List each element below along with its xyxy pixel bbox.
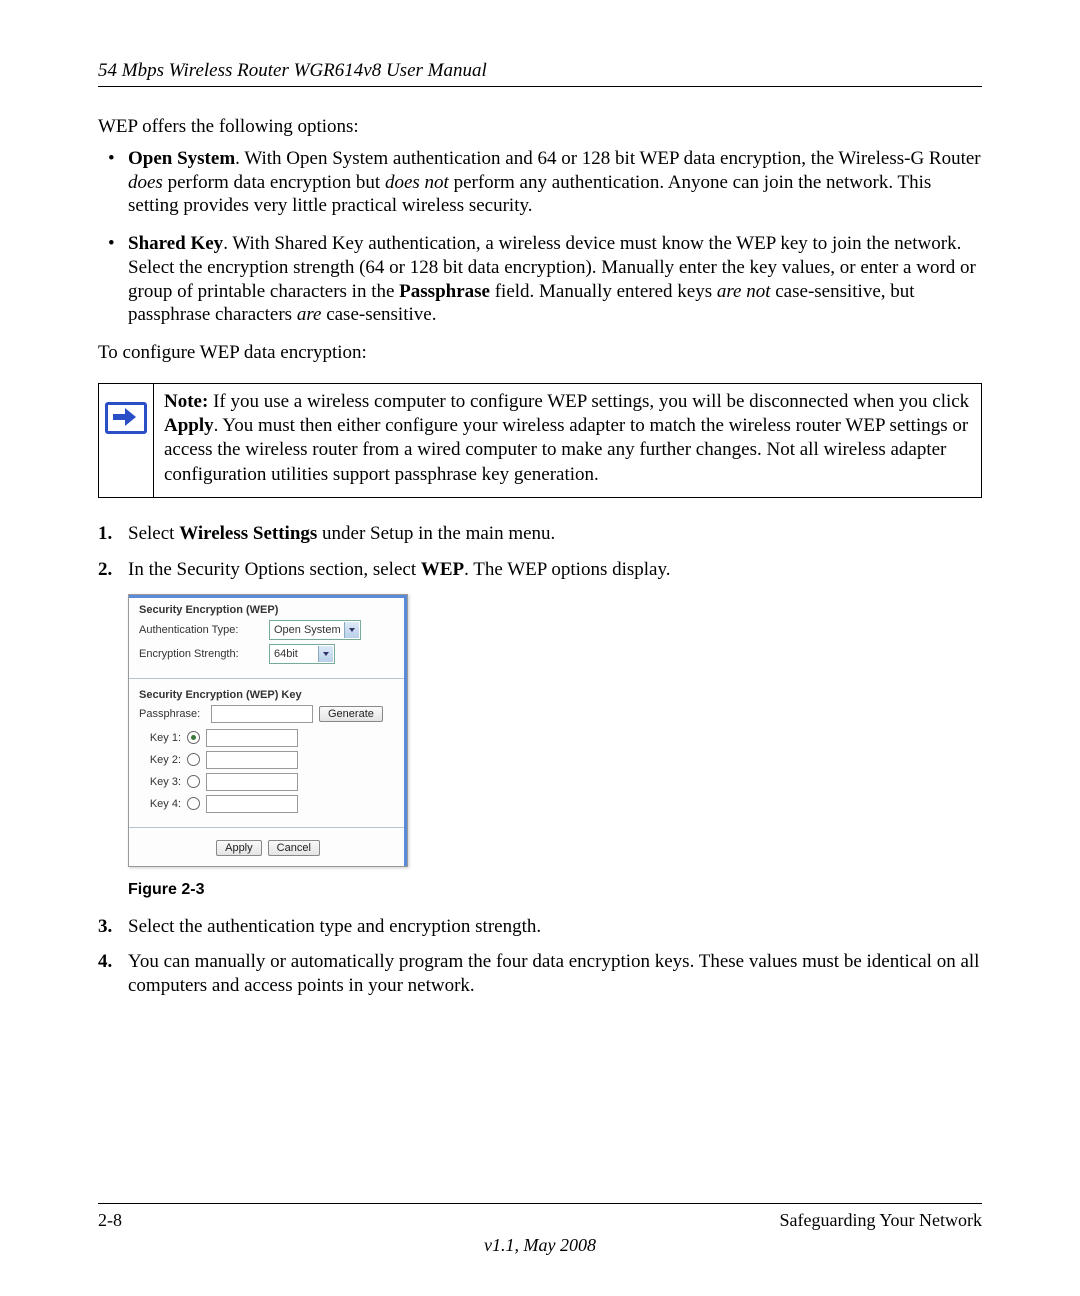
step-number: 4. bbox=[98, 950, 112, 974]
step-number: 2. bbox=[98, 558, 112, 582]
key4-input[interactable] bbox=[206, 795, 298, 813]
text: under Setup in the main menu. bbox=[317, 523, 555, 544]
divider bbox=[129, 678, 407, 679]
step-1: 1. Select Wireless Settings under Setup … bbox=[98, 522, 982, 546]
bullet-shared-key: Shared Key. With Shared Key authenticati… bbox=[98, 232, 982, 327]
note-label: Note: bbox=[164, 391, 208, 412]
text: Select the authentication type and encry… bbox=[128, 916, 541, 937]
configure-line: To configure WEP data encryption: bbox=[98, 341, 982, 365]
accent-bar bbox=[404, 595, 407, 866]
select-value: 64bit bbox=[274, 648, 298, 660]
footer-rule bbox=[98, 1203, 982, 1204]
generate-button[interactable]: Generate bbox=[319, 706, 383, 722]
page-number: 2-8 bbox=[98, 1210, 122, 1231]
text: perform data encryption but bbox=[163, 172, 385, 193]
emphasis: are not bbox=[717, 281, 771, 302]
text: . With Open System authentication and 64… bbox=[235, 148, 980, 169]
key1-radio[interactable] bbox=[187, 731, 200, 744]
text: In the Security Options section, select bbox=[128, 559, 421, 580]
key3-label: Key 3: bbox=[141, 776, 181, 788]
text: If you use a wireless computer to config… bbox=[208, 391, 969, 412]
key2-label: Key 2: bbox=[141, 754, 181, 766]
running-head: 54 Mbps Wireless Router WGR614v8 User Ma… bbox=[98, 60, 982, 82]
bold-word: Apply bbox=[164, 415, 214, 436]
bold-word: Passphrase bbox=[399, 281, 490, 302]
step-2: 2. In the Security Options section, sele… bbox=[98, 558, 982, 582]
text: You can manually or automatically progra… bbox=[128, 951, 979, 996]
passphrase-input[interactable] bbox=[211, 705, 313, 723]
wep-settings-screenshot: Security Encryption (WEP) Authentication… bbox=[128, 594, 408, 867]
passphrase-label: Passphrase: bbox=[139, 708, 205, 720]
bullet-title: Open System bbox=[128, 148, 235, 169]
divider bbox=[129, 827, 407, 828]
chevron-down-icon bbox=[318, 646, 333, 662]
encryption-strength-label: Encryption Strength: bbox=[139, 648, 269, 660]
text: case-sensitive. bbox=[321, 304, 436, 325]
section-title: Security Encryption (WEP) Key bbox=[139, 689, 397, 701]
key1-input[interactable] bbox=[206, 729, 298, 747]
header-rule bbox=[98, 86, 982, 87]
section-name: Safeguarding Your Network bbox=[780, 1210, 982, 1231]
step-4: 4. You can manually or automatically pro… bbox=[98, 950, 982, 998]
step-number: 1. bbox=[98, 522, 112, 546]
figure-wrap: Security Encryption (WEP) Authentication… bbox=[128, 594, 982, 867]
apply-button[interactable]: Apply bbox=[216, 840, 262, 856]
chevron-down-icon bbox=[344, 622, 359, 638]
note-text: Note: If you use a wireless computer to … bbox=[154, 384, 981, 497]
auth-type-label: Authentication Type: bbox=[139, 624, 269, 636]
key4-radio[interactable] bbox=[187, 797, 200, 810]
key2-radio[interactable] bbox=[187, 753, 200, 766]
options-list: Open System. With Open System authentica… bbox=[98, 147, 982, 327]
key3-radio[interactable] bbox=[187, 775, 200, 788]
steps-list-continued: 3. Select the authentication type and en… bbox=[98, 915, 982, 998]
key2-input[interactable] bbox=[206, 751, 298, 769]
step-number: 3. bbox=[98, 915, 112, 939]
bullet-title: Shared Key bbox=[128, 233, 223, 254]
page-footer: 2-8 Safeguarding Your Network v1.1, May … bbox=[98, 1203, 982, 1256]
emphasis: are bbox=[297, 304, 322, 325]
key3-input[interactable] bbox=[206, 773, 298, 791]
auth-type-select[interactable]: Open System bbox=[269, 620, 361, 640]
steps-list: 1. Select Wireless Settings under Setup … bbox=[98, 522, 982, 582]
figure-caption: Figure 2-3 bbox=[128, 881, 982, 899]
text: Select bbox=[128, 523, 179, 544]
cancel-button[interactable]: Cancel bbox=[268, 840, 320, 856]
encryption-strength-select[interactable]: 64bit bbox=[269, 644, 335, 664]
text: . The WEP options display. bbox=[464, 559, 670, 580]
select-value: Open System bbox=[274, 624, 341, 636]
text: . You must then either configure your wi… bbox=[164, 415, 968, 485]
bold-word: Wireless Settings bbox=[179, 523, 317, 544]
key1-label: Key 1: bbox=[141, 732, 181, 744]
emphasis: does not bbox=[385, 172, 449, 193]
intro-paragraph: WEP offers the following options: bbox=[98, 115, 982, 139]
emphasis: does bbox=[128, 172, 163, 193]
bullet-open-system: Open System. With Open System authentica… bbox=[98, 147, 982, 218]
text: field. Manually entered keys bbox=[490, 281, 717, 302]
note-icon-cell bbox=[99, 384, 154, 497]
step-3: 3. Select the authentication type and en… bbox=[98, 915, 982, 939]
section-title: Security Encryption (WEP) bbox=[139, 604, 397, 616]
version-line: v1.1, May 2008 bbox=[98, 1235, 982, 1256]
key4-label: Key 4: bbox=[141, 798, 181, 810]
note-box: Note: If you use a wireless computer to … bbox=[98, 383, 982, 498]
bold-word: WEP bbox=[421, 559, 464, 580]
arrow-right-icon bbox=[105, 402, 147, 434]
